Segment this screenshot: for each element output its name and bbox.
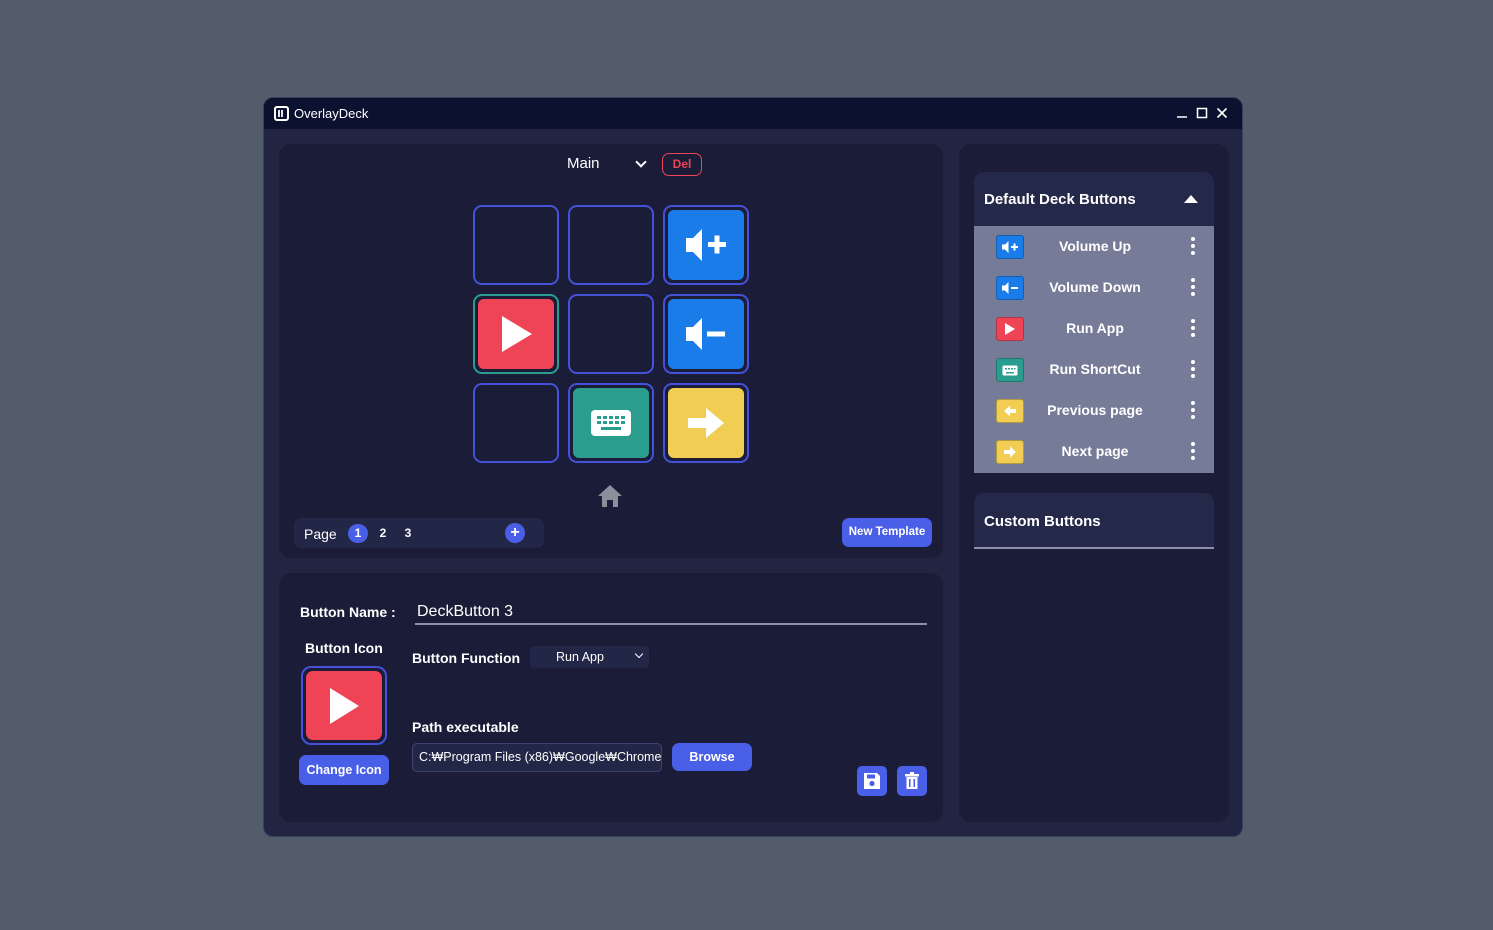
play-icon xyxy=(478,299,554,369)
page-1-button[interactable]: 1 xyxy=(348,524,368,543)
new-template-button[interactable]: New Template xyxy=(842,518,932,547)
deck-cell-1[interactable] xyxy=(473,205,559,285)
volume-up-icon xyxy=(668,210,744,280)
list-item-label: Volume Up xyxy=(1058,238,1132,254)
more-options-icon[interactable] xyxy=(1191,442,1195,463)
play-icon xyxy=(996,317,1024,341)
list-item-volume-up[interactable]: Volume Up xyxy=(974,226,1214,267)
page-selector: Page 1 2 3 + xyxy=(294,518,544,548)
arrow-left-icon xyxy=(996,399,1024,423)
page-3-button[interactable]: 3 xyxy=(398,524,418,543)
deck-cell-7[interactable] xyxy=(473,383,559,463)
volume-down-icon xyxy=(668,299,744,369)
volume-up-icon xyxy=(996,235,1024,259)
volume-down-icon xyxy=(996,276,1024,300)
browse-button[interactable]: Browse xyxy=(672,743,752,771)
page-2-button[interactable]: 2 xyxy=(373,524,393,543)
button-name-label: Button Name : xyxy=(300,604,396,620)
buttons-sidebar: Default Deck Buttons Volume Up Volume Do… xyxy=(959,144,1229,822)
app-logo-icon xyxy=(274,106,289,121)
more-options-icon[interactable] xyxy=(1191,319,1195,340)
arrow-right-icon xyxy=(996,440,1024,464)
close-icon[interactable] xyxy=(1213,104,1231,122)
custom-buttons-header[interactable]: Custom Buttons xyxy=(974,493,1214,547)
deck-panel: Main Del Page 1 2 3 + New Template xyxy=(279,144,943,558)
list-item-label: Run App xyxy=(1066,320,1124,336)
list-item-label: Volume Down xyxy=(1049,279,1141,295)
deck-cell-9[interactable] xyxy=(663,383,749,463)
maximize-icon[interactable] xyxy=(1193,104,1211,122)
button-editor-panel: Button Name : DeckButton 3 Button Icon C… xyxy=(279,573,943,822)
list-item-label: Previous page xyxy=(1047,402,1143,418)
button-function-select[interactable]: Run App xyxy=(530,646,649,668)
deck-cell-3[interactable] xyxy=(663,205,749,285)
arrow-right-icon xyxy=(668,388,744,458)
minimize-icon[interactable] xyxy=(1173,104,1191,122)
list-item-previous-page[interactable]: Previous page xyxy=(974,390,1214,431)
save-icon[interactable] xyxy=(857,766,887,796)
default-buttons-list: Volume Up Volume Down Run App Run ShortC… xyxy=(974,226,1214,473)
button-function-label: Button Function xyxy=(412,650,521,666)
trash-icon[interactable] xyxy=(897,766,927,796)
keyboard-icon xyxy=(996,358,1024,382)
list-item-label: Next page xyxy=(1061,443,1129,459)
button-name-input[interactable]: DeckButton 3 xyxy=(415,603,927,625)
more-options-icon[interactable] xyxy=(1191,360,1195,381)
deck-cell-4[interactable] xyxy=(473,294,559,374)
collapse-up-icon[interactable] xyxy=(1183,194,1199,204)
list-item-next-page[interactable]: Next page xyxy=(974,431,1214,472)
app-window: OverlayDeck Main Del Page 1 2 3 + New Te… xyxy=(263,97,1243,837)
button-icon-preview xyxy=(301,666,387,745)
default-buttons-title: Default Deck Buttons xyxy=(984,191,1136,208)
add-page-button[interactable]: + xyxy=(505,523,525,543)
window-title: OverlayDeck xyxy=(294,106,369,121)
deck-cell-5[interactable] xyxy=(568,294,654,374)
play-icon xyxy=(306,671,382,740)
path-executable-label: Path executable xyxy=(412,719,519,735)
delete-deck-button[interactable]: Del xyxy=(662,153,702,176)
deck-cell-6[interactable] xyxy=(663,294,749,374)
deck-select[interactable]: Main xyxy=(567,155,600,172)
custom-buttons-title: Custom Buttons xyxy=(984,513,1101,530)
more-options-icon[interactable] xyxy=(1191,278,1195,299)
more-options-icon[interactable] xyxy=(1191,401,1195,422)
path-executable-input[interactable]: C:₩Program Files (x86)₩Google₩Chrome₩App… xyxy=(412,743,662,772)
change-icon-button[interactable]: Change Icon xyxy=(299,755,389,785)
list-item-label: Run ShortCut xyxy=(1049,361,1141,377)
default-buttons-header[interactable]: Default Deck Buttons xyxy=(974,172,1214,226)
divider xyxy=(974,547,1214,549)
button-icon-label: Button Icon xyxy=(305,640,383,656)
deck-cell-2[interactable] xyxy=(568,205,654,285)
list-item-run-shortcut[interactable]: Run ShortCut xyxy=(974,349,1214,390)
list-item-volume-down[interactable]: Volume Down xyxy=(974,267,1214,308)
list-item-run-app[interactable]: Run App xyxy=(974,308,1214,349)
more-options-icon[interactable] xyxy=(1191,237,1195,258)
home-icon[interactable] xyxy=(597,484,623,513)
page-label: Page xyxy=(304,526,337,542)
deck-cell-8[interactable] xyxy=(568,383,654,463)
title-bar: OverlayDeck xyxy=(264,98,1242,129)
chevron-down-icon[interactable] xyxy=(635,156,647,168)
keyboard-icon xyxy=(573,388,649,458)
